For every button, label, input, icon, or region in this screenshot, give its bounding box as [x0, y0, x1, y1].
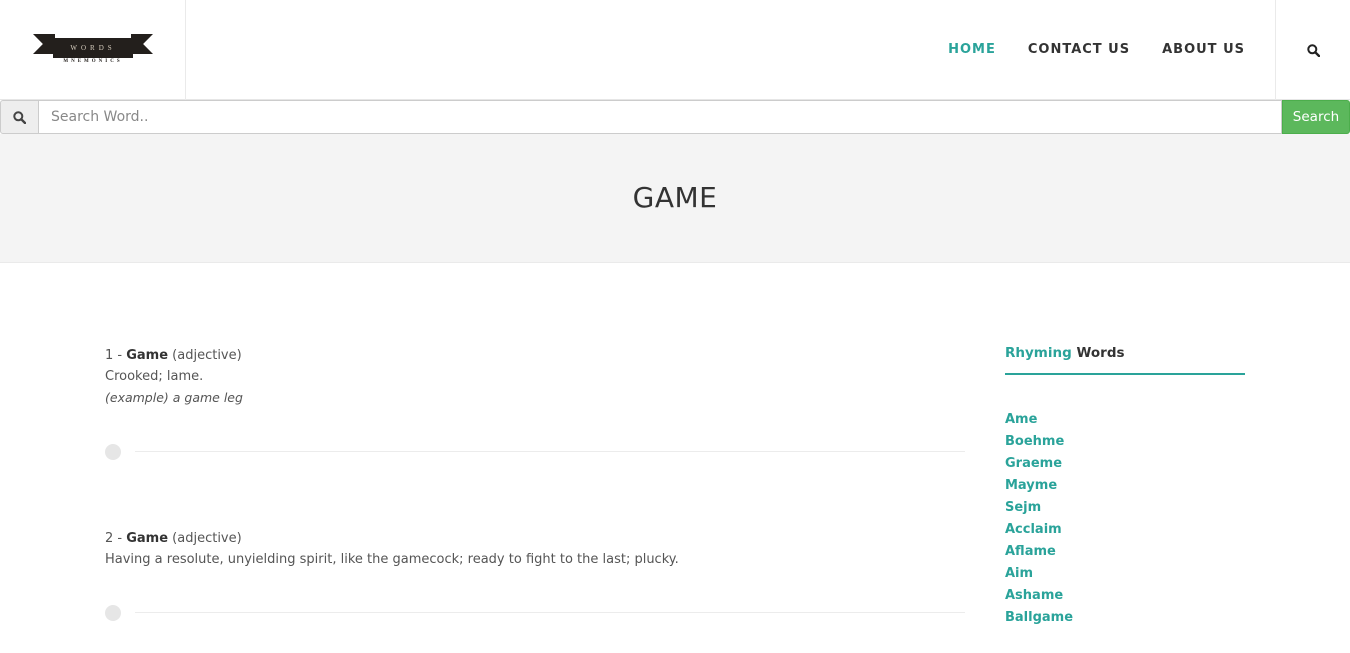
- search-input[interactable]: [39, 100, 1282, 134]
- list-item: Acclaim: [1005, 518, 1245, 540]
- nav-about-us[interactable]: ABOUT US: [1162, 42, 1245, 57]
- definition-text: Having a resolute, unyielding spirit, li…: [105, 552, 679, 567]
- list-item: Mayme: [1005, 474, 1245, 496]
- definition-index: 1 -: [105, 348, 127, 363]
- title-band: GAME: [0, 134, 1350, 263]
- logo-cell: WORDS MNEMONICS: [0, 0, 186, 100]
- definition-word: Game: [126, 531, 169, 546]
- rhyme-link[interactable]: Aflame: [1005, 544, 1056, 559]
- rhyme-link[interactable]: Boehme: [1005, 434, 1064, 449]
- sidebar-title-accent: Rhyming: [1005, 345, 1072, 361]
- definition-part-of-speech: (adjective): [168, 531, 242, 546]
- rhyme-link[interactable]: Ame: [1005, 412, 1037, 427]
- site-header: WORDS MNEMONICS HOME CONTACT US ABOUT US: [0, 0, 1350, 100]
- search-icon: [13, 110, 26, 124]
- logo-subtitle: MNEMONICS: [63, 59, 123, 64]
- definition-index: 2 -: [105, 531, 127, 546]
- page-title: GAME: [632, 181, 718, 214]
- list-item: Ballgame: [1005, 606, 1245, 628]
- site-logo[interactable]: WORDS MNEMONICS: [33, 34, 153, 70]
- definition-example: (example) a game leg: [105, 390, 243, 405]
- definition-separator: [105, 442, 965, 462]
- sidebar-title: Rhyming Words: [1005, 345, 1245, 375]
- definition-item: 2 - Game (adjective) Having a resolute, …: [105, 528, 965, 570]
- definition-part-of-speech: (adjective): [168, 348, 242, 363]
- list-item: Ame: [1005, 408, 1245, 430]
- rhyme-link[interactable]: Graeme: [1005, 456, 1062, 471]
- rhyme-link[interactable]: Aim: [1005, 566, 1033, 581]
- definition-separator: [105, 603, 965, 623]
- nav-home[interactable]: HOME: [948, 42, 996, 57]
- definition-text: Crooked; lame.: [105, 369, 204, 384]
- search-icon: [1307, 44, 1320, 57]
- definition-heading: 1 - Game (adjective): [105, 345, 965, 366]
- rhyming-words-sidebar: Rhyming Words Ame Boehme Graeme Mayme Se…: [1005, 345, 1245, 628]
- logo-banner: WORDS: [53, 38, 133, 58]
- separator-dot: [105, 444, 121, 460]
- search-bar: Search: [0, 100, 1350, 134]
- list-item: Sejm: [1005, 496, 1245, 518]
- definition-item: 1 - Game (adjective) Crooked; lame. (exa…: [105, 345, 965, 408]
- list-item: Boehme: [1005, 430, 1245, 452]
- separator-rule: [135, 451, 965, 452]
- header-search-toggle[interactable]: [1275, 0, 1350, 100]
- main-nav: HOME CONTACT US ABOUT US: [948, 42, 1245, 57]
- rhymes-list: Ame Boehme Graeme Mayme Sejm Acclaim Afl…: [1005, 408, 1245, 628]
- list-item: Graeme: [1005, 452, 1245, 474]
- search-button[interactable]: Search: [1282, 100, 1350, 134]
- rhyme-link[interactable]: Ballgame: [1005, 610, 1073, 625]
- logo-ribbon-right: [131, 34, 153, 54]
- logo-banner-text: WORDS: [70, 44, 116, 52]
- list-item: Aim: [1005, 562, 1245, 584]
- list-item: Ashame: [1005, 584, 1245, 606]
- definition-heading: 2 - Game (adjective): [105, 528, 965, 549]
- separator-rule: [135, 612, 965, 613]
- rhyme-link[interactable]: Ashame: [1005, 588, 1063, 603]
- logo-ribbon-left: [33, 34, 55, 54]
- rhyme-link[interactable]: Mayme: [1005, 478, 1057, 493]
- rhyme-link[interactable]: Acclaim: [1005, 522, 1062, 537]
- search-addon: [0, 100, 39, 134]
- list-item: Aflame: [1005, 540, 1245, 562]
- definitions-list: 1 - Game (adjective) Crooked; lame. (exa…: [105, 345, 965, 623]
- separator-dot: [105, 605, 121, 621]
- rhyme-link[interactable]: Sejm: [1005, 500, 1041, 515]
- nav-contact-us[interactable]: CONTACT US: [1028, 42, 1130, 57]
- definition-word: Game: [126, 348, 169, 363]
- sidebar-title-rest: Words: [1071, 345, 1125, 361]
